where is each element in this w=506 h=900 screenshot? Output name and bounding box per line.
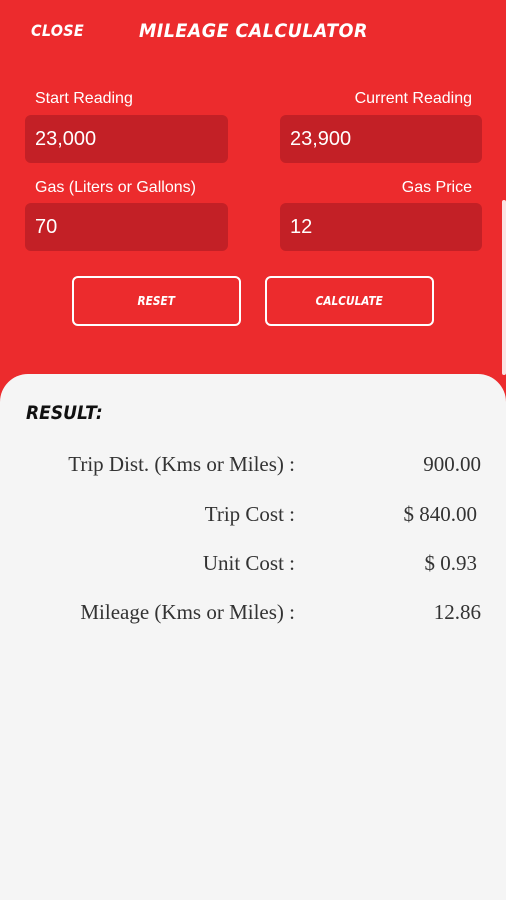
gas-label: Gas (Liters or Gallons) — [35, 179, 196, 196]
gas-price-label: Gas Price — [401, 179, 472, 196]
page-title: MILEAGE CALCULATOR — [0, 20, 506, 42]
reset-button-label: RESET — [137, 294, 176, 308]
unit-cost-value: $ 0.93 — [424, 551, 478, 575]
scroll-indicator[interactable] — [502, 200, 506, 375]
current-reading-field[interactable] — [280, 115, 482, 163]
current-reading-label: Current Reading — [354, 90, 472, 107]
gas-input[interactable] — [35, 215, 228, 239]
trip-cost-value: $ 840.00 — [403, 502, 478, 526]
start-reading-label: Start Reading — [35, 90, 133, 107]
reset-button[interactable]: RESET — [72, 276, 241, 326]
trip-cost-label: Trip Cost : — [204, 502, 295, 526]
trip-distance-label: Trip Dist. (Kms or Miles) : — [68, 452, 295, 476]
start-reading-field[interactable] — [25, 115, 228, 163]
calculate-button-label: CALCULATE — [315, 294, 384, 308]
unit-cost-label: Unit Cost : — [202, 551, 295, 575]
result-heading: RESULT: — [26, 402, 111, 424]
calculate-button[interactable]: CALCULATE — [265, 276, 434, 326]
current-reading-input[interactable] — [290, 127, 482, 151]
mileage-label: Mileage (Kms or Miles) : — [80, 600, 295, 624]
gas-field[interactable] — [25, 203, 228, 251]
start-reading-input[interactable] — [35, 127, 228, 151]
page-title-text: MILEAGE CALCULATOR — [138, 20, 368, 42]
gas-price-input[interactable] — [290, 215, 482, 239]
result-panel: RESULT: Trip Dist. (Kms or Miles) : 900.… — [0, 374, 506, 900]
mileage-value: 12.86 — [433, 600, 481, 624]
result-heading-text: RESULT: — [26, 402, 103, 424]
gas-price-field[interactable] — [280, 203, 482, 251]
trip-distance-value: 900.00 — [423, 452, 481, 476]
calculator-header-panel: CLOSE MILEAGE CALCULATOR Start Reading C… — [0, 0, 506, 410]
